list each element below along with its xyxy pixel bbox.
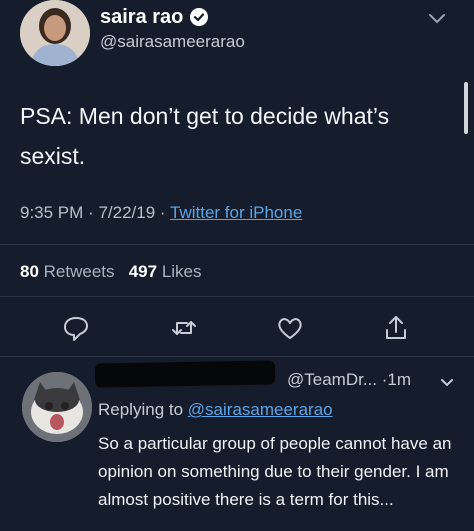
meta-separator: · — [88, 203, 94, 222]
reply-author-avatar[interactable] — [22, 372, 92, 442]
tweet-meta: 9:35 PM · 7/22/19 · Twitter for iPhone — [20, 203, 302, 223]
tweet-source-link[interactable]: Twitter for iPhone — [170, 203, 302, 222]
reply-header: @TeamDr... ·1m — [287, 370, 411, 390]
replying-to-label: Replying to — [98, 400, 184, 419]
redaction-mark — [94, 360, 276, 388]
author-handle[interactable]: @sairasameerarao — [100, 32, 245, 52]
retweets-stat[interactable]: 80 Retweets — [20, 262, 115, 281]
retweet-icon[interactable] — [170, 314, 198, 342]
reply-icon[interactable] — [62, 314, 90, 342]
reply-time: 1m — [387, 370, 412, 389]
replying-to-handle[interactable]: @sairasameerarao — [188, 400, 333, 419]
tweet-stats: 80 Retweets 497 Likes — [20, 262, 202, 282]
divider — [0, 244, 474, 245]
tweet-text: PSA: Men don’t get to decide what’s sexi… — [20, 103, 390, 169]
retweets-label: Retweets — [43, 262, 115, 281]
meta-separator: · — [159, 203, 166, 222]
reply-text: So a particular group of people cannot h… — [98, 434, 452, 509]
divider — [0, 296, 474, 297]
reply-author-handle[interactable]: @TeamDr... — [287, 370, 377, 389]
likes-label: Likes — [161, 262, 202, 281]
tweet-date: 7/22/19 — [98, 203, 156, 222]
share-icon[interactable] — [382, 314, 410, 342]
author-display-name[interactable]: saira rao — [100, 6, 183, 29]
likes-stat[interactable]: 497 Likes — [129, 262, 202, 281]
likes-count: 497 — [128, 262, 158, 281]
tweet-time: 9:35 PM — [20, 203, 84, 222]
scrollbar[interactable] — [464, 82, 468, 134]
heart-icon[interactable] — [276, 314, 304, 342]
author-avatar[interactable] — [20, 0, 90, 66]
chevron-down-icon[interactable] — [440, 375, 454, 387]
retweets-count: 80 — [20, 262, 39, 281]
replying-to: Replying to @sairasameerarao — [98, 400, 333, 420]
verified-badge-icon — [190, 8, 208, 26]
chevron-down-icon[interactable] — [428, 12, 446, 24]
divider — [0, 356, 474, 357]
